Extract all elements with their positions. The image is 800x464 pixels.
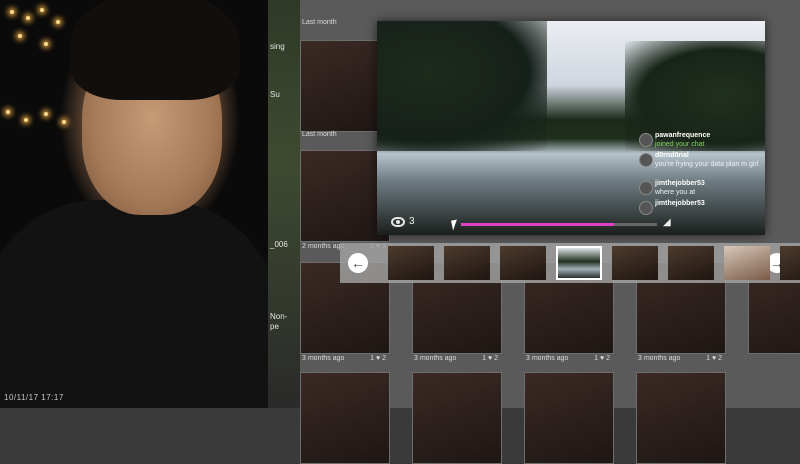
grid-thumbnail[interactable] (524, 372, 614, 464)
chat-text: you're frying your data plan m girl (655, 161, 759, 168)
filmstrip-thumb[interactable] (668, 246, 714, 280)
chat-message: jimthejobber53 (639, 199, 759, 215)
volume-icon[interactable]: ◢ (663, 218, 673, 228)
strip-text: sing (270, 42, 285, 51)
chat-username: d0rnd0rial (655, 152, 689, 159)
grid-thumbnail[interactable] (300, 372, 390, 464)
filmstrip-thumb[interactable] (612, 246, 658, 280)
grid-cell-meta: 3 months ago 1 ♥ 2 (302, 355, 386, 362)
chat-username: jimthejobber53 (655, 200, 705, 207)
filmstrip-thumb[interactable] (500, 246, 546, 280)
background-page-strip: sing Su _006 Non- pe (268, 0, 300, 408)
filmstrip: ← → (340, 243, 800, 283)
strip-text: pe (270, 322, 279, 331)
person-hair (70, 0, 240, 100)
chat-message: d0rnd0rial you're frying your data plan … (639, 151, 759, 177)
video-player[interactable]: pawanfrequence joined your chat d0rnd0ri… (377, 21, 765, 235)
avatar (639, 153, 653, 167)
strip-text: Su (270, 90, 280, 99)
webcam-feed: 10/11/17 17:17 (0, 0, 270, 408)
live-chat: pawanfrequence joined your chat d0rnd0ri… (639, 131, 759, 215)
filmstrip-thumb-selected[interactable] (556, 246, 602, 280)
strip-text: Non- (270, 312, 288, 321)
chat-username: jimthejobber53 (655, 180, 705, 187)
arrow-left-icon[interactable]: ← (348, 253, 368, 273)
progress-track[interactable] (461, 223, 657, 226)
eye-icon (391, 217, 405, 227)
chat-text: joined your chat (655, 141, 705, 148)
filmstrip-thumb[interactable] (724, 246, 770, 280)
progress-fill (461, 223, 614, 226)
avatar (639, 133, 653, 147)
filmstrip-thumb[interactable] (444, 246, 490, 280)
chat-username: pawanfrequence (655, 132, 711, 139)
webcam-timestamp: 10/11/17 17:17 (4, 393, 64, 402)
grid-cell-meta: 3 months ago 1 ♥ 2 (638, 355, 722, 362)
chat-message: jimthejobber53 where you at (639, 179, 759, 197)
avatar (639, 181, 653, 195)
grid-cell-meta: 3 months ago 1 ♥ 2 (526, 355, 610, 362)
filmstrip-thumb[interactable] (388, 246, 434, 280)
chat-message: pawanfrequence joined your chat (639, 131, 759, 149)
grid-thumbnail[interactable] (412, 372, 502, 464)
strip-text: _006 (270, 240, 288, 249)
filmstrip-thumb[interactable] (780, 246, 800, 280)
chat-text: where you at (655, 189, 696, 196)
person-shirt (0, 200, 270, 408)
grid-thumbnail[interactable] (636, 372, 726, 464)
video-trees (377, 21, 547, 151)
view-count: 3 (409, 216, 415, 227)
player-controls: 3 ◢ (377, 213, 765, 235)
grid-cell-meta: 3 months ago 1 ♥ 2 (414, 355, 498, 362)
string-lights (0, 0, 80, 160)
